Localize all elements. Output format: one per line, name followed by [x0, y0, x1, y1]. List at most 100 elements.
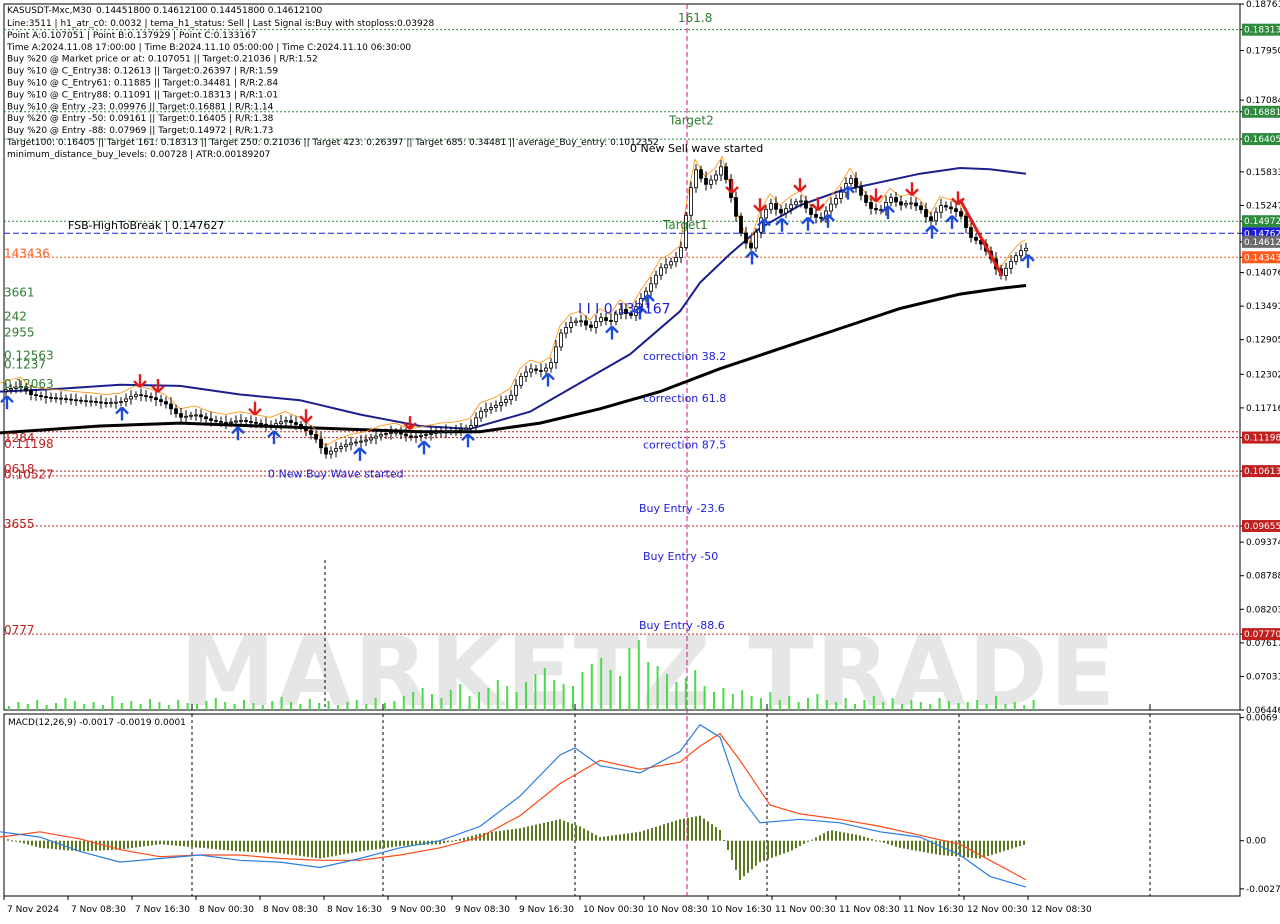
volume-bar: [83, 704, 86, 710]
macd-histogram-bar: [595, 834, 597, 841]
macd-histogram-bar: [451, 840, 453, 842]
volume-bar: [412, 692, 415, 710]
macd-histogram-bar: [1003, 840, 1005, 852]
candle-body: [199, 414, 203, 418]
macd-tick-label: -0.0027: [1246, 885, 1280, 895]
symbol-label: KASUSDT-Mxc,M30: [7, 6, 92, 16]
volume-bar: [515, 692, 518, 710]
macd-histogram-bar: [691, 817, 693, 841]
macd-histogram-bar: [779, 840, 781, 855]
candle-body: [79, 399, 83, 402]
candle-body: [659, 267, 663, 276]
macd-histogram-bar: [991, 840, 993, 855]
candle-body: [789, 204, 793, 210]
volume-bar: [252, 703, 255, 710]
volume-bar: [741, 690, 744, 710]
volume-bar: [393, 701, 396, 710]
macd-histogram-bar: [135, 840, 137, 848]
macd-histogram-bar: [495, 831, 497, 841]
volume-bar: [666, 674, 668, 710]
candle-body: [539, 369, 543, 372]
candle-body: [1024, 247, 1028, 252]
volume-bar: [459, 684, 462, 710]
macd-histogram-bar: [59, 840, 61, 850]
volume-bar: [64, 698, 67, 710]
macd-histogram-bar: [243, 840, 245, 852]
price-tick-label: 0.07617: [1246, 639, 1280, 649]
candle-body: [834, 198, 838, 205]
candle-body: [379, 434, 383, 437]
candle-body: [829, 203, 833, 212]
macd-histogram-bar: [175, 840, 177, 846]
macd-histogram-bar: [775, 840, 777, 857]
volume-bar: [788, 696, 791, 710]
volume-bar: [299, 704, 302, 710]
macd-histogram-bar: [519, 828, 521, 841]
volume-bar: [703, 686, 706, 710]
candle-body: [239, 420, 243, 422]
macd-histogram-bar: [559, 819, 561, 841]
macd-histogram-bar: [879, 840, 881, 842]
candle-body: [899, 201, 903, 206]
info-line: Line:3511 | h1_atr_c0: 0.0032 | tema_h1_…: [7, 19, 434, 29]
candle-body: [654, 274, 658, 285]
macd-histogram-bar: [731, 840, 733, 860]
macd-histogram-bar: [311, 840, 313, 858]
macd-histogram-bar: [343, 840, 345, 855]
candle-body: [324, 447, 328, 455]
volume-bar: [102, 705, 104, 710]
macd-histogram-bar: [547, 821, 549, 841]
macd-histogram-bar: [291, 840, 293, 855]
candle-body: [599, 317, 603, 323]
macd-histogram-bar: [647, 829, 649, 841]
macd-label: MACD(12,26,9) -0.0017 -0.0019 0.0001: [8, 718, 186, 728]
candle-body: [569, 322, 573, 328]
macd-histogram-bar: [535, 824, 537, 841]
chart-annotation: Buy Entry -50: [643, 550, 718, 563]
macd-histogram-bar: [835, 831, 837, 841]
volume-bar: [731, 694, 734, 710]
macd-histogram-bar: [1011, 840, 1013, 849]
macd-histogram-bar: [183, 840, 185, 847]
volume-bar: [196, 704, 198, 710]
time-tick-label: 11 Nov 00:30: [775, 905, 836, 915]
candle-body: [439, 431, 443, 434]
price-tick-label: 0.12302: [1246, 370, 1280, 380]
time-tick-label: 11 Nov 16:30: [903, 905, 964, 915]
macd-histogram-bar: [463, 837, 465, 841]
macd-histogram-bar: [347, 840, 349, 854]
volume-bar: [327, 701, 330, 710]
macd-histogram-bar: [915, 840, 917, 851]
volume-bar: [713, 692, 715, 710]
candle-body: [229, 421, 233, 424]
macd-histogram-bar: [1015, 840, 1017, 848]
volume-bar: [384, 703, 386, 710]
candle-body: [649, 283, 653, 292]
volume-bar: [722, 688, 725, 710]
macd-histogram-bar: [111, 840, 113, 850]
macd-histogram-bar: [687, 817, 689, 841]
candle-body: [679, 247, 683, 258]
left-edge-label: 143436: [4, 246, 50, 260]
macd-histogram-bar: [127, 840, 129, 849]
candle-body: [64, 398, 68, 400]
left-edge-label: 0.11198: [4, 437, 54, 451]
macd-histogram-bar: [971, 840, 973, 858]
macd-histogram-bar: [251, 840, 253, 852]
volume-bar: [525, 682, 527, 710]
macd-histogram-bar: [83, 840, 85, 852]
volume-bar: [919, 702, 922, 710]
candle-body: [594, 321, 598, 328]
volume-bar: [440, 698, 443, 710]
volume-bar: [402, 696, 405, 710]
candle-body: [114, 401, 118, 404]
candle-body: [974, 236, 978, 241]
macd-histogram-bar: [815, 837, 817, 841]
macd-histogram-bar: [327, 840, 329, 858]
volume-bar: [948, 701, 950, 710]
chart-annotation: 161.8: [678, 11, 712, 25]
volume-bar: [496, 680, 499, 710]
macd-histogram-bar: [759, 840, 761, 863]
volume-bar: [177, 700, 180, 710]
time-tick-label: 7 Nov 16:30: [135, 905, 190, 915]
